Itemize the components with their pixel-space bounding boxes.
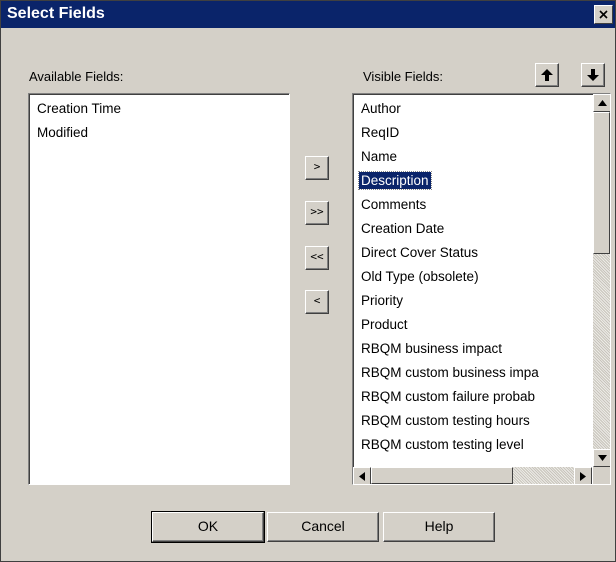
visible-list-item-label: Description xyxy=(358,171,432,190)
move-up-button[interactable] xyxy=(535,63,559,87)
help-button[interactable]: Help xyxy=(383,512,495,542)
title-bar: Select Fields xyxy=(1,1,615,28)
visible-list-item-label: Direct Cover Status xyxy=(361,245,479,260)
available-fields-list[interactable]: Creation Time Modified xyxy=(28,93,290,485)
cancel-button[interactable]: Cancel xyxy=(267,512,379,542)
visible-list-item[interactable]: RBQM custom testing hours xyxy=(353,409,592,433)
visible-list-item-label: Product xyxy=(361,317,408,332)
horizontal-scrollbar[interactable] xyxy=(353,467,592,484)
triangle-left-icon xyxy=(359,471,365,481)
available-list-item[interactable]: Creation Time xyxy=(29,97,289,121)
visible-fields-label: Visible Fields: xyxy=(363,69,443,84)
visible-list-item-label: Name xyxy=(361,149,398,164)
vertical-scrollbar[interactable] xyxy=(593,94,610,467)
visible-list-item-label: Author xyxy=(361,101,401,116)
triangle-right-icon xyxy=(580,471,586,481)
available-list-item-label: Creation Time xyxy=(37,101,122,116)
visible-list-item[interactable]: Priority xyxy=(353,289,592,313)
scroll-right-button[interactable] xyxy=(574,467,592,484)
add-field-button[interactable]: > xyxy=(305,156,329,180)
visible-list-item-label: Priority xyxy=(361,293,404,308)
select-fields-dialog: Select Fields Available Fields: Visible … xyxy=(0,0,616,562)
visible-list-item[interactable]: RBQM custom business impa xyxy=(353,361,592,385)
visible-list-item-label: Creation Date xyxy=(361,221,445,236)
arrow-up-icon xyxy=(541,69,553,81)
visible-list-item-label: RBQM custom testing level xyxy=(361,437,524,452)
triangle-down-icon xyxy=(597,455,607,461)
visible-list-item[interactable]: Product xyxy=(353,313,592,337)
visible-list-item-label: Old Type (obsolete) xyxy=(361,269,479,284)
visible-list-item[interactable]: ReqID xyxy=(353,121,592,145)
scroll-up-button[interactable] xyxy=(593,94,610,112)
visible-list-item[interactable]: Direct Cover Status xyxy=(353,241,592,265)
add-all-fields-button[interactable]: >> xyxy=(305,201,329,225)
visible-list-item[interactable]: Old Type (obsolete) xyxy=(353,265,592,289)
visible-list-item[interactable]: Creation Date xyxy=(353,217,592,241)
available-list-item[interactable]: Modified xyxy=(29,121,289,145)
visible-fields-list[interactable]: Author ReqID Name Description Comments Creati… xyxy=(352,93,611,485)
visible-list-item[interactable]: RBQM custom testing level xyxy=(353,433,592,457)
visible-list-item-label: RBQM custom failure probab xyxy=(361,389,536,404)
scroll-corner xyxy=(593,467,610,484)
visible-list-item[interactable]: Comments xyxy=(353,193,592,217)
close-icon xyxy=(599,10,608,19)
scroll-thumb[interactable] xyxy=(593,112,610,254)
scroll-left-button[interactable] xyxy=(353,467,371,484)
move-down-button[interactable] xyxy=(581,63,605,87)
visible-list-item-label: Comments xyxy=(361,197,427,212)
visible-list-item-label: ReqID xyxy=(361,125,400,140)
visible-list-item-label: RBQM business impact xyxy=(361,341,503,356)
remove-field-button[interactable]: < xyxy=(305,290,329,314)
scroll-down-button[interactable] xyxy=(593,449,610,467)
visible-list-item[interactable]: Description xyxy=(353,169,592,193)
visible-list-item[interactable]: Name xyxy=(353,145,592,169)
visible-list-item[interactable]: RBQM custom failure probab xyxy=(353,385,592,409)
dialog-title: Select Fields xyxy=(7,5,105,22)
available-list-item-label: Modified xyxy=(37,125,89,140)
hscroll-thumb[interactable] xyxy=(371,467,513,484)
close-button[interactable] xyxy=(594,5,613,24)
remove-all-fields-button[interactable]: << xyxy=(305,246,329,270)
visible-list-item[interactable]: Author xyxy=(353,97,592,121)
visible-list-item[interactable]: RBQM business impact xyxy=(353,337,592,361)
visible-list-item-label: RBQM custom business impa xyxy=(361,365,539,380)
available-fields-label: Available Fields: xyxy=(29,69,124,84)
ok-button[interactable]: OK xyxy=(151,511,265,543)
triangle-up-icon xyxy=(597,100,607,106)
arrow-down-icon xyxy=(587,69,599,81)
visible-list-item-label: RBQM custom testing hours xyxy=(361,413,530,428)
